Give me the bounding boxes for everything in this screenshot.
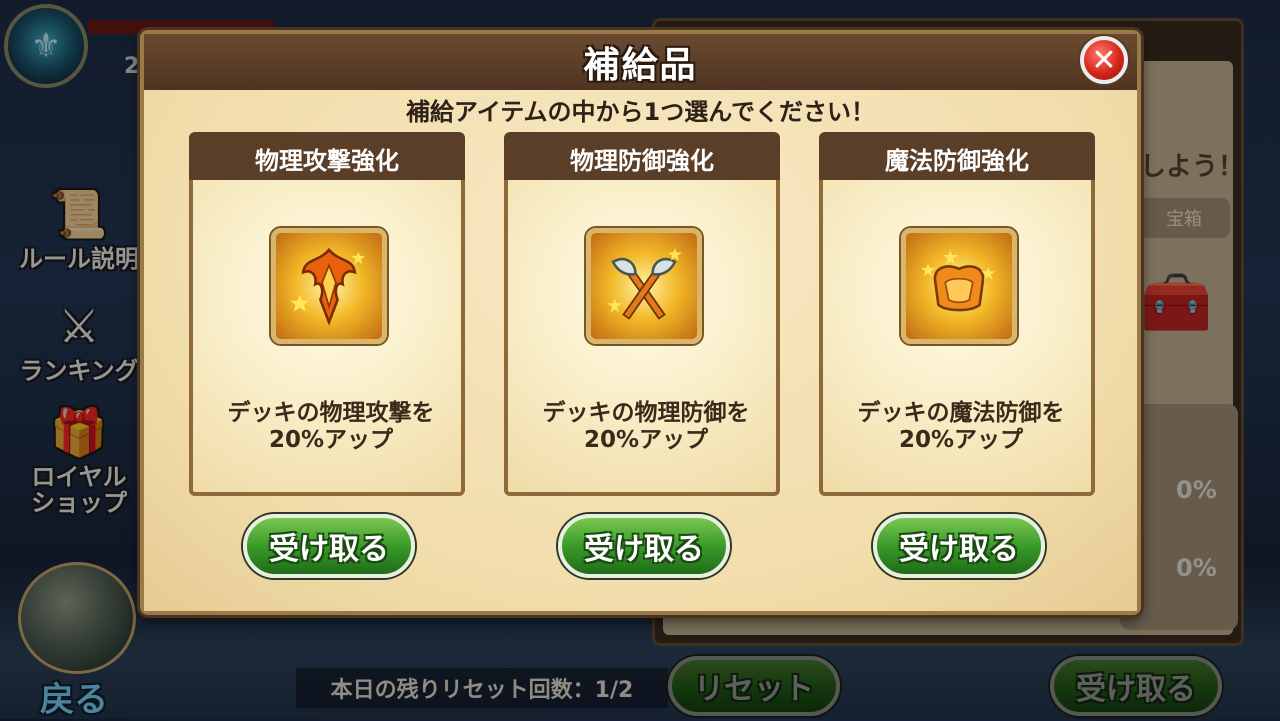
card-description: デッキの魔法防御を 20%アップ <box>823 400 1099 454</box>
card-description: デッキの物理攻撃を 20%アップ <box>193 400 469 454</box>
supply-card-magic-defense[interactable]: 魔法防御強化 デッキの魔法防御を 20%アップ <box>819 132 1095 496</box>
card-body: デッキの魔法防御を 20%アップ <box>819 180 1095 496</box>
card-description-line2: 20%アップ <box>583 427 709 453</box>
sword-emblem-icon <box>271 228 387 344</box>
armor-icon <box>901 228 1017 344</box>
card-description: デッキの物理防御を 20%アップ <box>508 400 784 454</box>
modal-title: 補給品 <box>583 45 698 86</box>
receive-button-magic-defense[interactable]: 受け取る <box>873 514 1045 578</box>
receive-button-physical-defense[interactable]: 受け取る <box>558 514 730 578</box>
modal-header: 補給品 ✕ <box>144 34 1137 93</box>
modal-body: 補給アイテムの中から1つ選んでください！ 物理攻撃強化 デッキの物理攻撃を 20… <box>144 90 1137 611</box>
card-description-line1: デッキの物理攻撃を <box>227 400 435 426</box>
card-description-line2: 20%アップ <box>268 427 394 453</box>
card-body: デッキの物理攻撃を 20%アップ <box>189 180 465 496</box>
supply-modal: 補給品 ✕ 補給アイテムの中から1つ選んでください！ 物理攻撃強化 デッキの物理… <box>140 30 1141 615</box>
card-title: 魔法防御強化 <box>819 132 1095 184</box>
close-icon: ✕ <box>1091 42 1117 78</box>
supply-card-physical-defense[interactable]: 物理防御強化 デッキの物理防御を 20%アップ <box>504 132 780 496</box>
card-description-line1: デッキの物理防御を <box>542 400 750 426</box>
close-button[interactable]: ✕ <box>1080 36 1128 84</box>
card-description-line2: 20%アップ <box>898 427 1024 453</box>
card-description-line1: デッキの魔法防御を <box>857 400 1065 426</box>
supply-card-physical-attack[interactable]: 物理攻撃強化 デッキの物理攻撃を 20%アップ <box>189 132 465 496</box>
crossed-axes-icon <box>586 228 702 344</box>
modal-instruction: 補給アイテムの中から1つ選んでください！ <box>405 98 876 126</box>
card-body: デッキの物理防御を 20%アップ <box>504 180 780 496</box>
card-title: 物理攻撃強化 <box>189 132 465 184</box>
card-title: 物理防御強化 <box>504 132 780 184</box>
receive-button-physical-attack[interactable]: 受け取る <box>243 514 415 578</box>
